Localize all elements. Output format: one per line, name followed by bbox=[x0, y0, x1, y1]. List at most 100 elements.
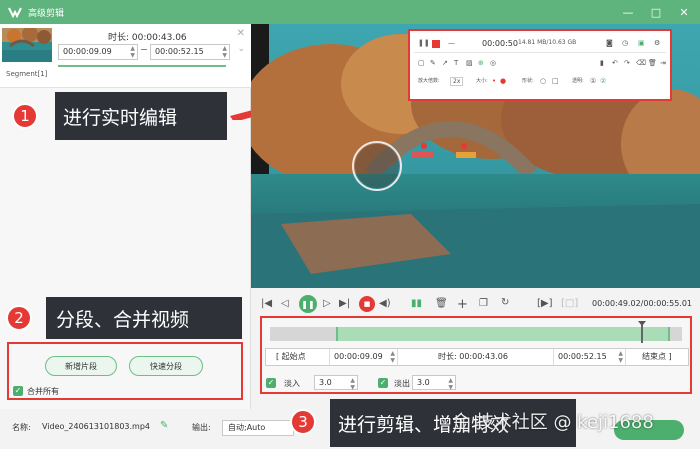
opacity-label: 透明: bbox=[572, 78, 584, 84]
color-dot-icon[interactable]: ● bbox=[500, 77, 506, 85]
opacity-1-icon[interactable]: ① bbox=[590, 77, 596, 85]
player-controls: |◀ ◁ ❚❚ ▷ ▶| ■ ◀) ▮▮ 🗑 + ❐ ↻ [▶] [□] 00:… bbox=[251, 292, 700, 316]
timeline-track[interactable] bbox=[270, 321, 682, 343]
spotlight-tool-icon[interactable]: ◎ bbox=[490, 59, 496, 67]
spinner-icon[interactable]: ▲ ▼ bbox=[390, 350, 395, 364]
start-point-label: 起始点 bbox=[281, 352, 306, 361]
annotation-1-box: 进行实时编辑 bbox=[55, 92, 227, 140]
clip-start-time-input[interactable]: 00:00:09.09 ▲ ▼ bbox=[58, 44, 138, 60]
skip-to-end-icon[interactable]: ▶| bbox=[339, 298, 350, 309]
eraser-icon[interactable]: ⌫ bbox=[636, 59, 646, 67]
trim-row: [ 起始点 00:00:09.09 ▲ ▼ 时长: 00:00:43.06 00:… bbox=[265, 348, 689, 366]
text-tool-icon[interactable]: T bbox=[454, 59, 458, 67]
mark-in-icon[interactable]: [▶] bbox=[537, 298, 553, 309]
record-icon[interactable] bbox=[432, 40, 440, 48]
redo-icon[interactable]: ↷ bbox=[624, 59, 630, 67]
output-label: 输出: bbox=[192, 423, 211, 432]
annotation-3-number: 3 bbox=[290, 409, 316, 435]
annotation-2-box: 分段、合并视频 bbox=[46, 297, 242, 339]
fade-in-checkbox[interactable]: ✓ bbox=[266, 378, 276, 388]
app-logo-icon bbox=[8, 7, 22, 18]
segment-item[interactable]: 时长: 00:00:43.06 00:00:09.09 ▲ ▼ 00:00:52.… bbox=[0, 24, 251, 88]
undo-icon[interactable]: ↶ bbox=[612, 59, 618, 67]
merge-all-checkbox[interactable]: ✓ bbox=[13, 386, 23, 396]
name-label: 名称: bbox=[12, 423, 31, 432]
clip-progress-bar bbox=[58, 65, 226, 67]
volume-icon[interactable]: ◀) bbox=[379, 298, 391, 309]
set-end-point-button[interactable]: 结束点 ] bbox=[626, 349, 690, 365]
shape-label: 形状: bbox=[522, 78, 534, 84]
skip-to-start-icon[interactable]: |◀ bbox=[261, 298, 272, 309]
camera-icon[interactable]: ◙ bbox=[606, 39, 613, 47]
merge-all-label: 合并所有 bbox=[27, 387, 59, 396]
set-start-point-button[interactable]: [ 起始点 bbox=[266, 349, 330, 365]
file-name: Video_240613101803.mp4 bbox=[42, 422, 150, 431]
pause-button[interactable]: ❚❚ bbox=[299, 295, 317, 313]
annotation-1-text: 进行实时编辑 bbox=[63, 106, 178, 129]
spinner-icon[interactable]: ▲ ▼ bbox=[448, 377, 453, 391]
spinner-icon[interactable]: ▲ ▼ bbox=[130, 45, 135, 59]
maximize-button[interactable]: □ bbox=[648, 4, 664, 20]
highlight-tool-icon[interactable]: ▮ bbox=[600, 59, 604, 67]
magnifier-tool-icon[interactable]: ⊕ bbox=[478, 59, 484, 67]
opacity-2-icon[interactable]: ② bbox=[600, 77, 606, 85]
fade-out-input[interactable]: 3.0 ▲ ▼ bbox=[412, 375, 456, 391]
end-point-value: 00:00:52.15 bbox=[558, 352, 607, 361]
spinner-icon[interactable]: ▲ ▼ bbox=[350, 377, 355, 391]
magnify-select[interactable]: 2x bbox=[450, 77, 464, 86]
player-timecode: 00:00:49.02/00:00:55.01 bbox=[592, 299, 692, 308]
trash-icon[interactable]: 🗑 bbox=[648, 59, 657, 67]
spinner-icon[interactable]: ▲ ▼ bbox=[222, 45, 227, 59]
split-icon[interactable]: ▮▮ bbox=[411, 298, 422, 309]
fade-out-checkbox[interactable]: ✓ bbox=[378, 378, 388, 388]
step-forward-icon[interactable]: ▷ bbox=[323, 298, 331, 309]
rectangle-tool-icon[interactable]: ▢ bbox=[418, 59, 425, 67]
close-button[interactable]: ✕ bbox=[676, 4, 692, 20]
exit-icon[interactable]: ⇥ bbox=[660, 59, 666, 67]
output-select[interactable]: 自动;Auto bbox=[222, 420, 294, 436]
annotation-1-number: 1 bbox=[12, 103, 38, 129]
copy-icon[interactable]: ❐ bbox=[479, 298, 488, 309]
stop-button[interactable]: ■ bbox=[359, 296, 375, 312]
delete-icon[interactable]: 🗑 bbox=[435, 298, 448, 309]
end-point-input[interactable]: 00:00:52.15 ▲ ▼ bbox=[554, 349, 626, 365]
pause-icon[interactable]: ❚❚ bbox=[418, 39, 430, 47]
duration-display: 时长: 00:00:43.06 bbox=[398, 349, 554, 365]
size-label: 大小: bbox=[476, 78, 488, 84]
toolbox-icon[interactable]: ▣ bbox=[638, 39, 645, 47]
square-shape-icon[interactable]: □ bbox=[552, 77, 559, 85]
mark-out-icon[interactable]: [□] bbox=[561, 298, 578, 309]
clock-icon[interactable]: ◷ bbox=[622, 39, 628, 47]
step-back-icon[interactable]: ◁ bbox=[281, 298, 289, 309]
edit-name-icon[interactable]: ✎ bbox=[160, 420, 168, 431]
start-point-input[interactable]: 00:00:09.09 ▲ ▼ bbox=[330, 349, 398, 365]
pen-tool-icon[interactable]: ✎ bbox=[430, 59, 436, 67]
size-dot-icon[interactable]: • bbox=[492, 77, 496, 85]
clip-start-time-value: 00:00:09.09 bbox=[63, 47, 112, 56]
fade-in-label: 淡入 bbox=[284, 379, 300, 388]
start-point-value: 00:00:09.09 bbox=[334, 352, 383, 361]
new-segment-button[interactable]: 新增片段 bbox=[45, 356, 117, 376]
refresh-icon[interactable]: ↻ bbox=[501, 297, 509, 308]
annotation-2-number: 2 bbox=[6, 305, 32, 331]
title-bar: 高级剪辑 — □ ✕ bbox=[0, 0, 700, 24]
realtime-edit-toolbar: ❚❚ — 00:00:50 14.81 MB/10.63 GB ◙ ◷ ▣ ⚙ … bbox=[408, 29, 672, 101]
image-tool-icon[interactable]: ▨ bbox=[466, 59, 473, 67]
gear-icon[interactable]: ⚙ bbox=[654, 39, 660, 47]
fade-in-input[interactable]: 3.0 ▲ ▼ bbox=[314, 375, 358, 391]
playhead[interactable] bbox=[637, 321, 646, 343]
clip-end-time-input[interactable]: 00:00:52.15 ▲ ▼ bbox=[150, 44, 230, 60]
minus-icon[interactable]: — bbox=[448, 39, 455, 47]
quick-split-button[interactable]: 快速分段 bbox=[129, 356, 203, 376]
duration-label: 时长: bbox=[438, 352, 457, 361]
spinner-icon[interactable]: ▲ ▼ bbox=[618, 350, 623, 364]
chevron-down-icon[interactable]: ⌄ bbox=[237, 44, 245, 54]
arrow-tool-icon[interactable]: ↗ bbox=[442, 59, 448, 67]
close-icon[interactable]: ✕ bbox=[237, 28, 245, 39]
timeline-selection[interactable] bbox=[335, 327, 670, 341]
add-icon[interactable]: + bbox=[457, 297, 468, 312]
fade-out-label: 淡出 bbox=[394, 379, 410, 388]
circle-shape-icon[interactable]: ○ bbox=[540, 77, 546, 85]
minimize-button[interactable]: — bbox=[620, 4, 636, 20]
record-time: 00:00:50 bbox=[482, 39, 518, 48]
